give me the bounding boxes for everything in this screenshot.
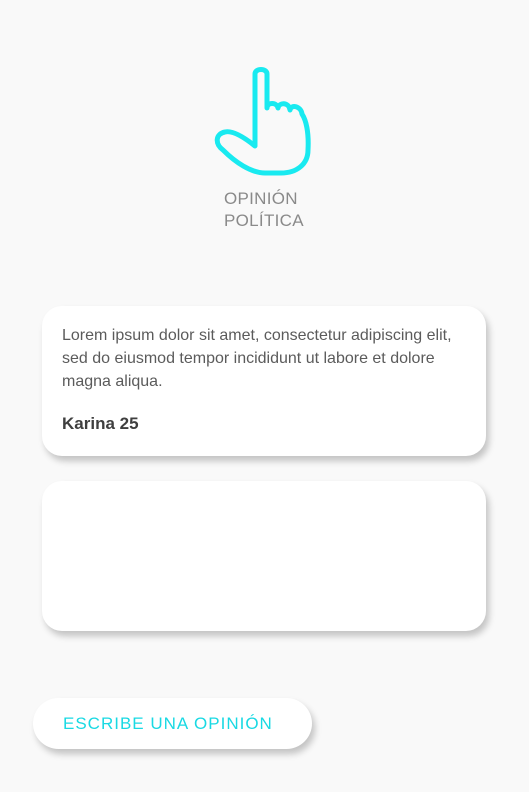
app-title: OPINIÓN POLÍTICA xyxy=(224,188,304,232)
app-title-line-2: POLÍTICA xyxy=(224,211,304,230)
opinion-card-empty xyxy=(42,481,486,631)
opinion-text: Lorem ipsum dolor sit amet, consectetur … xyxy=(62,327,452,390)
write-opinion-button[interactable]: ESCRIBE UNA OPINIÓN xyxy=(33,698,312,749)
opinion-card: Lorem ipsum dolor sit amet, consectetur … xyxy=(42,306,486,456)
opinion-author: Karina 25 xyxy=(62,414,139,433)
app-title-line-1: OPINIÓN xyxy=(224,189,298,208)
pointing-hand-icon xyxy=(205,62,325,182)
